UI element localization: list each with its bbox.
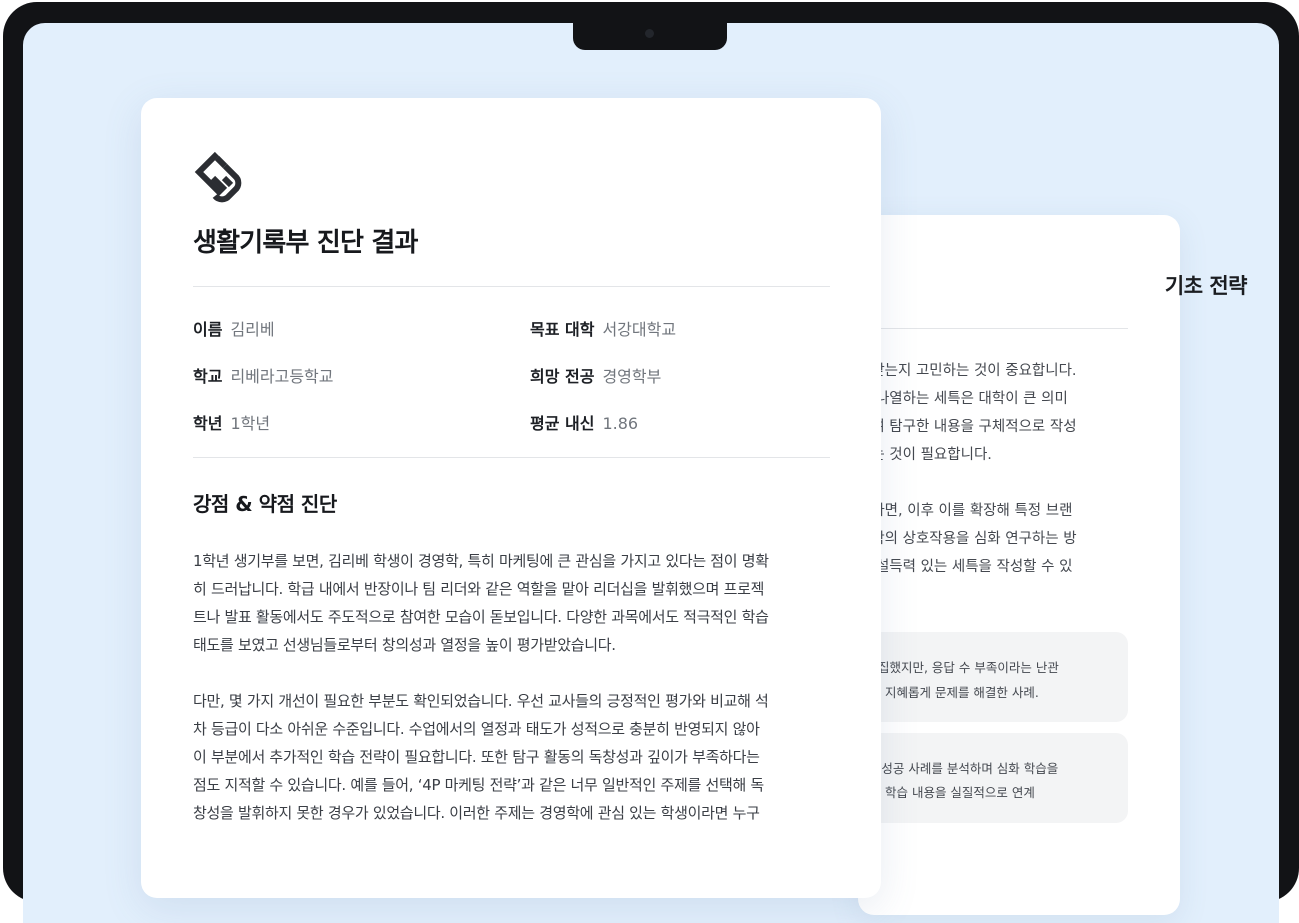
info-name: 이름 김리베 <box>193 316 275 340</box>
diagnosis-text-line: 이 부분에서 추가적인 학습 전략이 필요합니다. 또한 탐구 활동의 독창성과… <box>193 748 760 766</box>
case-text-line: - 수집했지만, 응답 수 부족이라는 난관 <box>858 660 1059 675</box>
info-divider <box>193 457 830 458</box>
info-label: 학년 <box>193 414 223 433</box>
info-label: 이름 <box>193 320 223 339</box>
diagnosis-text-line: 트나 발표 활동에서도 주도적으로 참여한 모습이 돋보입니다. 다양한 과목에… <box>193 608 769 626</box>
diagnosis-text-line: 차 등급이 다소 아쉬운 수준입니다. 수업에서의 열정과 태도가 성적으로 충… <box>193 720 760 738</box>
case-text-line: 통해 학습 내용을 실질적으로 연계 <box>858 785 1035 800</box>
info-grade: 학년 1학년 <box>193 410 270 434</box>
info-value: 리베라고등학교 <box>230 367 334 386</box>
strategy-text-line: 을 나열하는 세특은 대학이 큰 의미 <box>858 391 1068 407</box>
strategy-text-line: 했다면, 이후 이를 확장해 특정 브랜 <box>858 503 1073 519</box>
info-target-university: 목표 대학 서강대학교 <box>530 316 676 340</box>
info-value: 1.86 <box>602 414 639 433</box>
camera-notch <box>573 22 727 50</box>
case-text-line: 용해 지혜롭게 문제를 해결한 사례. <box>858 685 1039 700</box>
strategy-text-line: 더 설득력 있는 세특을 작성할 수 있 <box>858 559 1073 575</box>
info-label: 목표 대학 <box>530 320 595 339</box>
diagnosis-text-line: 창성을 발휘하지 못한 경우가 있었습니다. 이러한 주제는 경영학에 관심 있… <box>193 804 760 822</box>
page-title: 생활기록부 진단 결과 <box>193 228 418 258</box>
strategy-text-line: 리학의 상호작용을 심화 연구하는 방 <box>858 531 1077 547</box>
strategy-divider <box>858 328 1128 329</box>
info-label: 희망 전공 <box>530 367 595 386</box>
strategy-text-line: 가받는지 고민하는 것이 중요합니다. <box>858 363 1077 379</box>
diagnosis-text-line: 태도를 보였고 선생님들로부터 창의성과 열정을 높이 평가받았습니다. <box>193 636 616 654</box>
info-value: 김리베 <box>230 320 275 339</box>
info-value: 1학년 <box>230 414 271 433</box>
brand-logo-icon <box>194 151 242 203</box>
info-value: 서강대학교 <box>602 320 677 339</box>
diagnosis-text-line: 히 드러납니다. 학급 내에서 반장이나 팀 리더와 같은 역할을 맡아 리더십… <box>193 580 765 598</box>
info-label: 평균 내신 <box>530 414 595 433</box>
camera-icon <box>645 29 654 38</box>
info-school: 학교 리베라고등학교 <box>193 363 334 387</box>
strategy-text-line: 하여 탐구한 내용을 구체적으로 작성 <box>858 419 1077 435</box>
case-text-line: E의 성공 사례를 분석하며 심화 학습을 <box>858 761 1059 776</box>
info-value: 경영학부 <box>602 367 662 386</box>
info-average-grade: 평균 내신 1.86 <box>530 410 638 434</box>
diagnosis-text-line: 1학년 생기부를 보면, 김리베 학생이 경영학, 특히 마케팅에 큰 관심을 … <box>193 552 769 570</box>
strategy-text-line: 주는 것이 필요합니다. <box>858 447 992 463</box>
info-desired-major: 희망 전공 경영학부 <box>530 363 661 387</box>
case-box <box>858 733 1128 823</box>
diagnosis-text-line: 점도 지적할 수 있습니다. 예를 들어, ‘4P 마케팅 전략’과 같은 너무… <box>193 776 764 794</box>
section-title: 강점 & 약점 진단 <box>193 492 337 516</box>
diagnosis-card: 생활기록부 진단 결과 이름 김리베 학교 리베라고등학교 학년 1학년 목표 대학 서… <box>141 98 881 898</box>
title-divider <box>193 286 830 287</box>
diagnosis-text-line: 다만, 몇 가지 개선이 필요한 부분도 확인되었습니다. 우선 교사들의 긍정… <box>193 692 769 710</box>
info-label: 학교 <box>193 367 223 386</box>
case-box <box>858 632 1128 722</box>
strategy-title: 기초 전략 <box>1164 274 1248 298</box>
